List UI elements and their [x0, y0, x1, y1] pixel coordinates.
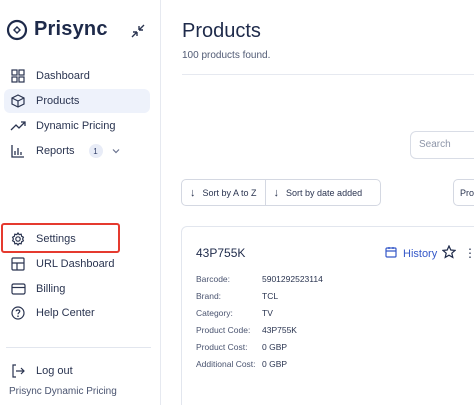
field-label: Category:: [196, 308, 233, 318]
header-divider: [182, 74, 474, 75]
arrow-down-icon: ↓: [273, 186, 280, 199]
sidebar-item-billing[interactable]: Billing: [4, 277, 150, 301]
layout-icon: [10, 256, 26, 272]
history-button[interactable]: History: [385, 246, 437, 261]
sort-a-z-button[interactable]: ↓ Sort by A to Z: [182, 180, 265, 205]
product-card: 43P755K History ⋮ Barcode: 5901292523114…: [181, 226, 474, 405]
chevron-down-icon[interactable]: [111, 146, 121, 156]
sidebar-item-url-dashboard[interactable]: URL Dashboard: [4, 252, 150, 276]
product-field-row: Product Code: 43P755K: [196, 325, 297, 335]
field-value: 0 GBP: [262, 359, 288, 369]
history-label: History: [403, 247, 438, 260]
product-name: 43P755K: [196, 246, 246, 260]
sidebar-item-label: Dynamic Pricing: [36, 120, 116, 132]
star-icon[interactable]: [442, 245, 456, 259]
sort-a-z-label: Sort by A to Z: [202, 187, 257, 198]
field-value: 0 GBP: [262, 342, 288, 352]
brand-name: Prisync: [34, 18, 108, 40]
bar-chart-icon: [10, 143, 26, 159]
sidebar-item-label: Log out: [36, 365, 73, 377]
sidebar-item-dynamic-pricing[interactable]: Dynamic Pricing: [4, 114, 150, 138]
prisync-logo-icon: [6, 19, 28, 40]
product-field-row: Barcode: 5901292523114: [196, 274, 323, 284]
sidebar-item-dashboard[interactable]: Dashboard: [4, 64, 150, 88]
field-value: TV: [262, 308, 273, 318]
field-value: TCL: [262, 291, 279, 301]
grid-icon: [10, 68, 26, 84]
sidebar-item-label: Billing: [36, 283, 66, 295]
sidebar-item-reports[interactable]: Reports 1: [4, 139, 150, 163]
field-label: Brand:: [196, 291, 222, 301]
brand-logo[interactable]: Prisync: [6, 18, 108, 41]
main-content: Products 100 products found. Search ↓ So…: [162, 0, 474, 405]
sidebar-item-label: Dashboard: [36, 70, 90, 82]
settings-highlight-box: [1, 223, 120, 253]
sidebar-item-logout[interactable]: Log out: [4, 359, 150, 383]
product-field-row: Product Cost: 0 GBP: [196, 342, 287, 352]
credit-card-icon: [10, 281, 26, 297]
help-icon: [10, 305, 26, 321]
product-field-row: Category: TV: [196, 308, 273, 318]
arrow-down-icon: ↓: [190, 186, 196, 199]
sort-date-button[interactable]: ↓ Sort by date added: [264, 180, 371, 205]
calendar-icon: [385, 246, 397, 261]
field-label: Product Cost:: [196, 342, 248, 352]
logout-icon: [10, 363, 26, 379]
sidebar: Prisync Dashboard Products Dynamic Prici…: [0, 0, 161, 405]
reports-count-badge: 1: [88, 144, 103, 158]
sidebar-item-help-center[interactable]: Help Center: [4, 301, 150, 325]
sort-button-group: ↓ Sort by A to Z ↓ Sort by date added: [181, 179, 381, 206]
product-count: 100 products found.: [182, 50, 271, 61]
sidebar-item-label: URL Dashboard: [36, 258, 115, 270]
sidebar-item-products[interactable]: Products: [4, 89, 150, 113]
product-field-row: Additional Cost: 0 GBP: [196, 359, 287, 369]
trend-icon: [10, 118, 26, 134]
product-filter-button[interactable]: Pro: [453, 179, 474, 206]
search-input[interactable]: Search: [410, 131, 474, 159]
page-title: Products: [182, 20, 261, 42]
field-value: 43P755K: [262, 325, 297, 335]
footer-brand-text: Prisync Dynamic Pricing: [9, 386, 117, 397]
product-field-row: Brand: TCL: [196, 291, 278, 301]
field-value: 5901292523114: [262, 274, 323, 284]
collapse-icon[interactable]: [130, 23, 146, 39]
more-options-icon[interactable]: ⋮: [464, 247, 474, 259]
sidebar-item-label: Help Center: [36, 307, 95, 319]
box-icon: [10, 93, 26, 109]
sidebar-divider: [6, 347, 151, 348]
field-label: Barcode:: [196, 274, 231, 284]
sidebar-item-label: Products: [36, 95, 80, 107]
field-label: Additional Cost:: [196, 359, 256, 369]
field-label: Product Code:: [196, 325, 251, 335]
sidebar-item-label: Reports: [36, 145, 75, 157]
sort-date-label: Sort by date added: [286, 187, 363, 198]
